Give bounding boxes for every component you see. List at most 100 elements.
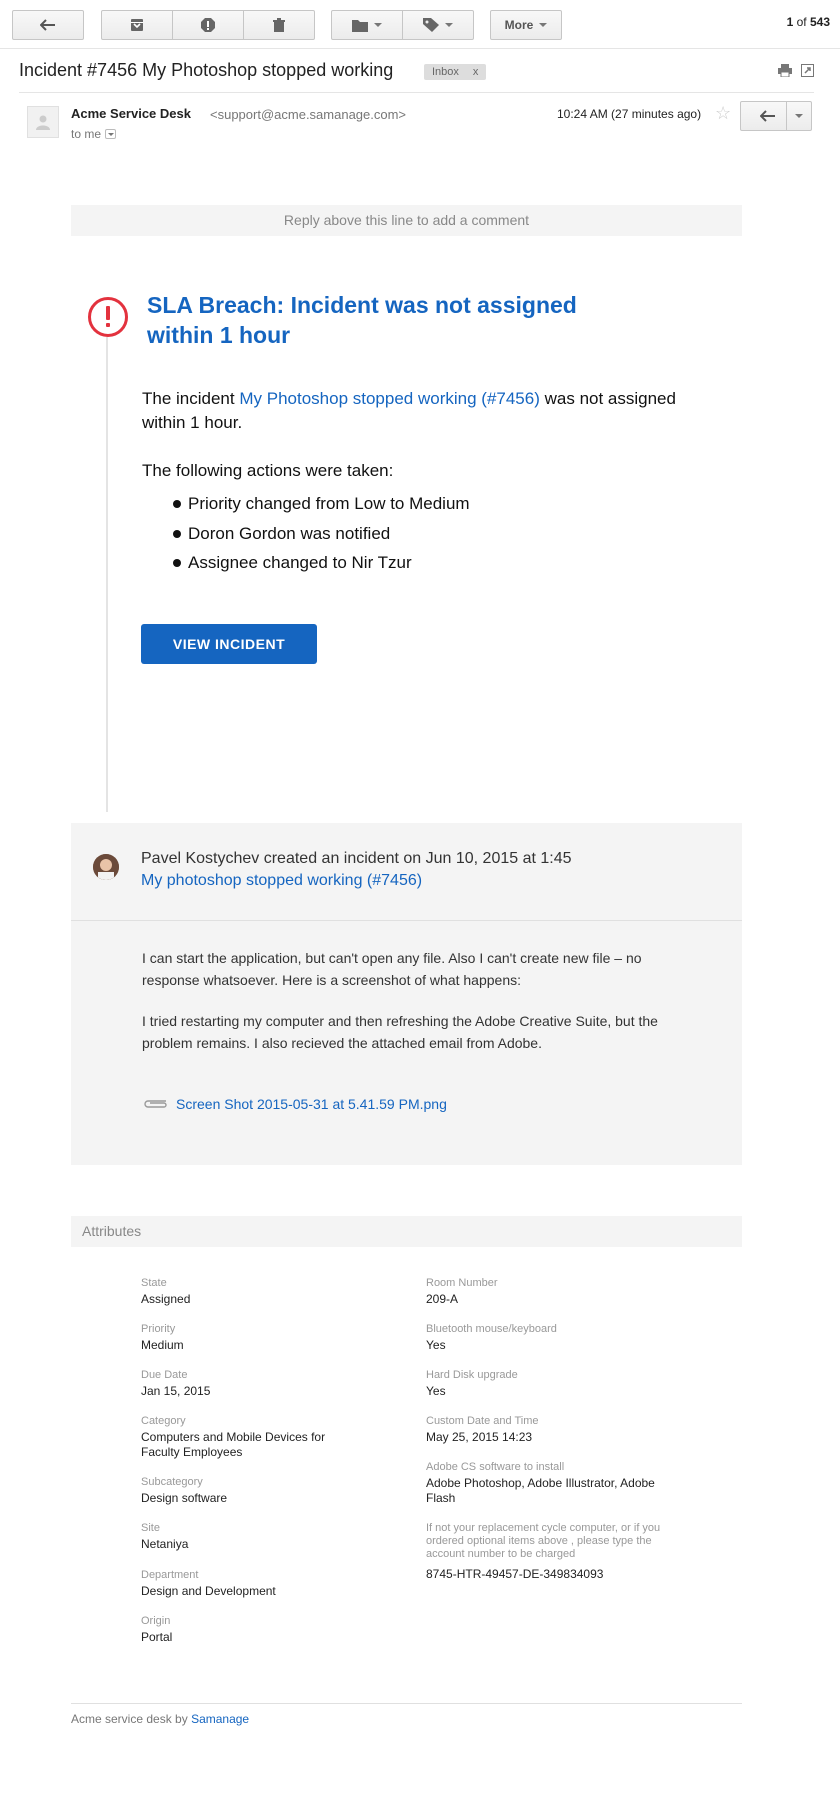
paperclip-icon bbox=[144, 1100, 167, 1108]
attribute-label: Site bbox=[141, 1522, 160, 1534]
back-arrow-icon bbox=[40, 19, 55, 31]
attribute-category: Category Computers and Mobile Devices fo… bbox=[141, 1415, 361, 1460]
attribute-label: Origin bbox=[141, 1615, 171, 1627]
attribute-value: Medium bbox=[141, 1338, 184, 1352]
actions-list: Priority changed from Low to Medium Doro… bbox=[170, 492, 470, 581]
toolbar: More 1 of 543 bbox=[0, 0, 840, 49]
label-icon bbox=[423, 18, 439, 32]
move-to-button[interactable] bbox=[331, 10, 403, 40]
pager-total: 543 bbox=[809, 15, 830, 29]
person-placeholder-icon bbox=[36, 115, 50, 130]
list-item: Priority changed from Low to Medium bbox=[170, 492, 470, 522]
report-spam-button[interactable] bbox=[172, 10, 244, 40]
attribute-value: 8745-HTR-49457-DE-349834093 bbox=[426, 1567, 604, 1581]
label-text: Inbox bbox=[432, 66, 459, 78]
more-reply-options-button[interactable] bbox=[786, 101, 812, 131]
attributes-heading: Attributes bbox=[71, 1216, 742, 1247]
recipient-line[interactable]: to me bbox=[71, 127, 117, 141]
attachment-name: Screen Shot 2015-05-31 at 5.41.59 PM.png bbox=[176, 1096, 447, 1112]
attribute-adobe-cs: Adobe CS software to install Adobe Photo… bbox=[426, 1461, 656, 1506]
attribute-priority: Priority Medium bbox=[141, 1323, 184, 1353]
attribute-value: Design software bbox=[141, 1491, 228, 1505]
more-label: More bbox=[504, 18, 534, 32]
incident-paragraph: The incident My Photoshop stopped workin… bbox=[142, 387, 682, 435]
list-item: Assignee changed to Nir Tzur bbox=[170, 551, 470, 581]
inbox-label-chip[interactable]: Inbox x bbox=[424, 64, 487, 80]
sender-avatar bbox=[27, 106, 59, 138]
print-icon[interactable] bbox=[778, 64, 792, 82]
attribute-label: Room Number bbox=[426, 1277, 498, 1289]
labels-button[interactable] bbox=[402, 10, 474, 40]
folder-icon bbox=[352, 19, 368, 32]
attribute-value: Design and Development bbox=[141, 1584, 276, 1598]
pager-of: of bbox=[796, 15, 807, 29]
sender-email: <support@acme.samanage.com> bbox=[210, 107, 407, 122]
timeline-line bbox=[106, 337, 108, 812]
more-button[interactable]: More bbox=[490, 10, 562, 40]
attribute-label: Subcategory bbox=[141, 1476, 203, 1488]
attribute-value: Yes bbox=[426, 1338, 446, 1352]
attribute-origin: Origin Portal bbox=[141, 1615, 172, 1645]
show-details-icon[interactable] bbox=[105, 128, 117, 139]
attribute-label: Hard Disk upgrade bbox=[426, 1369, 518, 1381]
subject-row: Incident #7456 My Photoshop stopped work… bbox=[19, 60, 814, 93]
description-paragraph: I can start the application, but can't o… bbox=[142, 950, 642, 988]
attribute-custom-date: Custom Date and Time May 25, 2015 14:23 bbox=[426, 1415, 539, 1445]
star-icon[interactable]: ☆ bbox=[715, 103, 731, 124]
attribute-label: Bluetooth mouse/keyboard bbox=[426, 1323, 557, 1335]
email-subject: Incident #7456 My Photoshop stopped work… bbox=[19, 60, 394, 80]
attribute-value: Yes bbox=[426, 1384, 446, 1398]
trash-icon bbox=[273, 18, 285, 32]
attribute-value: Adobe Photoshop, Adobe Illustrator, Adob… bbox=[426, 1476, 655, 1505]
attribute-value: Assigned bbox=[141, 1292, 191, 1306]
chevron-down-icon bbox=[795, 114, 803, 118]
message-time: 10:24 AM (27 minutes ago) bbox=[557, 107, 702, 121]
attribute-site: Site Netaniya bbox=[141, 1522, 188, 1552]
alert-icon bbox=[88, 297, 128, 337]
spam-icon bbox=[201, 18, 215, 32]
list-item: Doron Gordon was notified bbox=[170, 522, 470, 552]
attribute-value: 209-A bbox=[426, 1292, 459, 1306]
attribute-label: If not your replacement cycle computer, … bbox=[426, 1522, 661, 1560]
attribute-value: Computers and Mobile Devices for Faculty… bbox=[141, 1430, 326, 1459]
attribute-room-number: Room Number 209-A bbox=[426, 1277, 498, 1307]
attachment-link[interactable]: Screen Shot 2015-05-31 at 5.41.59 PM.png bbox=[142, 1096, 447, 1112]
attribute-due-date: Due Date Jan 15, 2015 bbox=[141, 1369, 210, 1399]
activity-summary: Pavel Kostychev created an incident on J… bbox=[141, 850, 572, 867]
incident-link[interactable]: My Photoshop stopped working (#7456) bbox=[239, 389, 540, 408]
new-window-icon[interactable] bbox=[801, 64, 814, 82]
archive-icon bbox=[131, 19, 143, 31]
pager-current: 1 bbox=[786, 15, 794, 29]
attribute-label: Priority bbox=[141, 1323, 176, 1335]
divider bbox=[71, 1703, 742, 1704]
description-paragraph: I tried restarting my computer and then … bbox=[142, 1013, 658, 1051]
pager: 1 of 543 bbox=[787, 15, 830, 29]
attribute-value: Netaniya bbox=[141, 1537, 189, 1551]
view-incident-button[interactable]: VIEW INCIDENT bbox=[141, 624, 317, 664]
samanage-link[interactable]: Samanage bbox=[191, 1712, 249, 1726]
incident-prefix: The incident bbox=[142, 389, 235, 408]
back-button[interactable] bbox=[12, 10, 84, 40]
divider bbox=[71, 920, 742, 921]
sender-name[interactable]: Acme Service Desk bbox=[71, 106, 191, 121]
attribute-label: State bbox=[141, 1277, 167, 1289]
attribute-bluetooth: Bluetooth mouse/keyboard Yes bbox=[426, 1323, 557, 1353]
footer-text: Acme service desk by bbox=[71, 1712, 188, 1726]
delete-button[interactable] bbox=[243, 10, 315, 40]
attribute-label: Due Date bbox=[141, 1369, 188, 1381]
to-me-text: to me bbox=[71, 127, 102, 141]
attribute-value: May 25, 2015 14:23 bbox=[426, 1430, 533, 1444]
remove-label-button[interactable]: x bbox=[473, 66, 479, 78]
activity-incident-link[interactable]: My photoshop stopped working (#7456) bbox=[141, 872, 422, 890]
sla-breach-title: SLA Breach: Incident was not assigned wi… bbox=[147, 292, 577, 348]
attribute-value: Jan 15, 2015 bbox=[141, 1384, 211, 1398]
attribute-value: Portal bbox=[141, 1630, 173, 1644]
footer: Acme service desk by Samanage bbox=[71, 1712, 249, 1726]
reply-above-line: Reply above this line to add a comment bbox=[71, 205, 742, 236]
attribute-label: Category bbox=[141, 1415, 186, 1427]
attribute-label: Custom Date and Time bbox=[426, 1415, 539, 1427]
attribute-hard-disk: Hard Disk upgrade Yes bbox=[426, 1369, 518, 1399]
activity-card: Pavel Kostychev created an incident on J… bbox=[71, 823, 742, 1165]
attribute-account-number: If not your replacement cycle computer, … bbox=[426, 1522, 661, 1582]
archive-button[interactable] bbox=[101, 10, 173, 40]
